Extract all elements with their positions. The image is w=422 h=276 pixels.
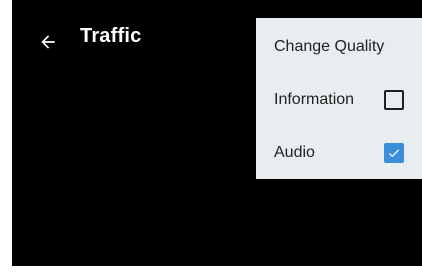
menu-item-label: Audio bbox=[274, 143, 315, 161]
menu-item-change-quality[interactable]: Change Quality bbox=[256, 20, 422, 73]
video-player-screen: Traffic Change Quality Information Audio bbox=[0, 0, 422, 276]
menu-item-label: Change Quality bbox=[274, 37, 385, 55]
arrow-left-icon bbox=[38, 32, 58, 52]
page-title: Traffic bbox=[80, 24, 142, 47]
overflow-menu: Change Quality Information Audio bbox=[256, 18, 422, 179]
back-button[interactable] bbox=[24, 18, 72, 66]
app-bar: Traffic bbox=[12, 18, 252, 66]
menu-item-information[interactable]: Information bbox=[256, 73, 422, 126]
menu-item-label: Information bbox=[274, 90, 355, 108]
information-checkbox[interactable] bbox=[384, 89, 404, 110]
checkmark-icon bbox=[388, 148, 400, 157]
menu-item-audio[interactable]: Audio bbox=[256, 126, 422, 179]
audio-checkbox[interactable] bbox=[384, 142, 404, 163]
